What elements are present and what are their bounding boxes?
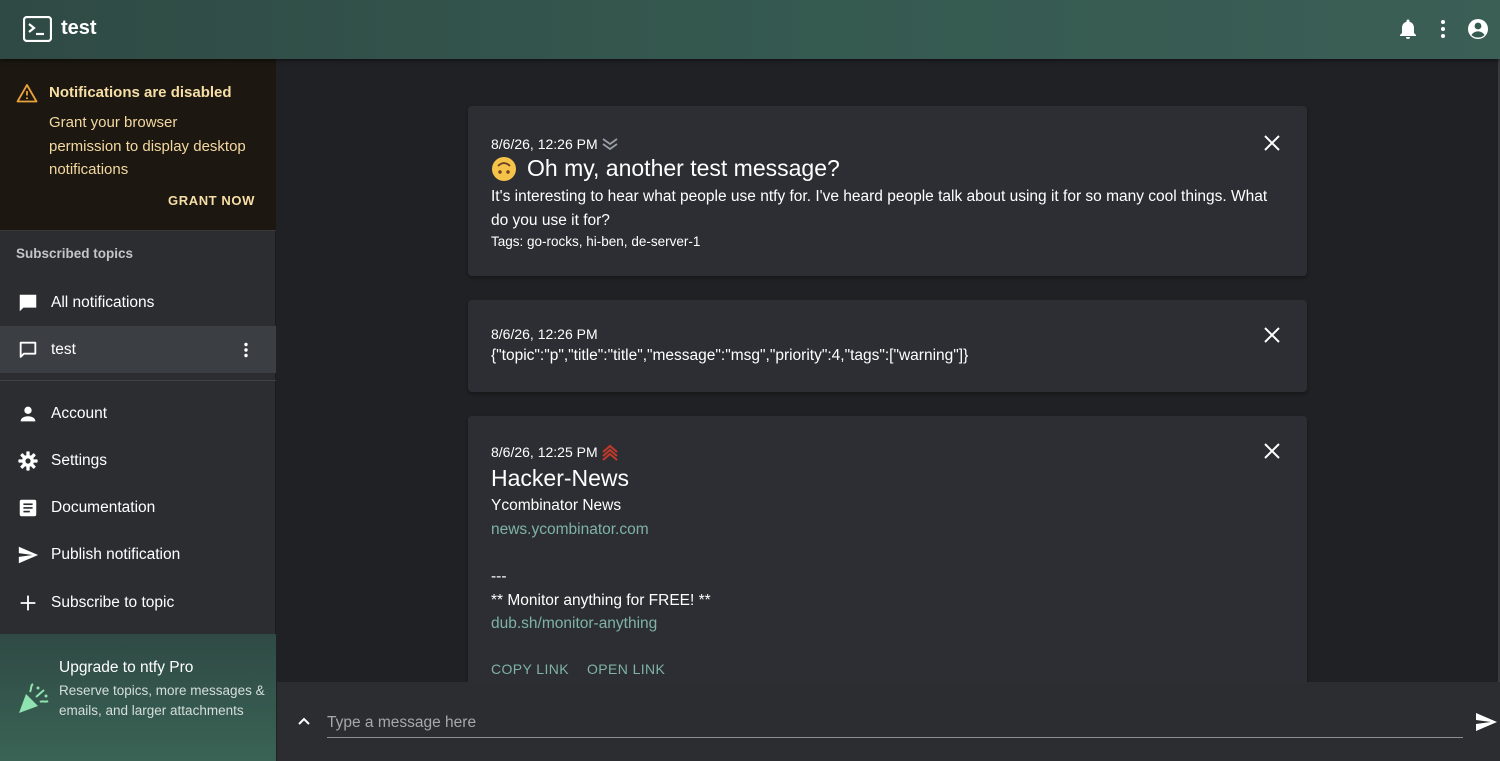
notification-separator: --- <box>491 568 507 585</box>
sidebar-item-publish-notification[interactable]: Publish notification <box>0 531 276 578</box>
account-circle-icon[interactable] <box>1466 17 1490 41</box>
open-link-button[interactable]: OPEN LINK <box>587 661 665 677</box>
upgrade-title: Upgrade to ntfy Pro <box>59 659 194 676</box>
send-icon <box>18 546 39 563</box>
notification-body-line: Ycombinator News <box>491 497 622 514</box>
close-icon[interactable] <box>1262 441 1282 461</box>
subscribed-topics-label: Subscribed topics <box>16 246 134 261</box>
notification-card: 8/6/26, 12:26 PM {"topic":"p","title":"t… <box>468 300 1307 392</box>
plus-icon <box>20 595 36 610</box>
article-icon <box>19 499 37 516</box>
sidebar-item-account[interactable]: Account <box>0 390 276 437</box>
notification-date: 8/6/26, 12:26 PM <box>491 326 598 342</box>
topic-more-vert-icon[interactable] <box>236 340 256 360</box>
upgrade-banner[interactable]: Upgrade to ntfy Pro Reserve topics, more… <box>0 634 276 761</box>
notification-link[interactable]: news.ycombinator.com <box>491 518 1281 542</box>
person-icon <box>20 406 36 421</box>
sidebar-item-label: Subscribe to topic <box>51 593 175 611</box>
more-vert-icon[interactable] <box>1431 17 1455 41</box>
sidebar-item-label: All notifications <box>51 293 155 311</box>
sidebar-item-label: test <box>51 340 76 358</box>
low-priority-chevrons-icon <box>602 138 618 151</box>
message-input[interactable] <box>327 708 1463 738</box>
notification-link[interactable]: dub.sh/monitor-anything <box>491 612 1281 636</box>
app-bar: test <box>0 0 1500 59</box>
message-list: 8/6/26, 12:26 PM Oh my, another test mes… <box>277 59 1500 682</box>
close-icon[interactable] <box>1262 325 1282 345</box>
grant-now-button[interactable]: GRANT NOW <box>168 193 255 208</box>
notification-card: 8/6/26, 12:25 PM Hacker-News Ycombinator… <box>468 416 1307 682</box>
notification-card: 8/6/26, 12:26 PM Oh my, another test mes… <box>468 106 1307 276</box>
high-priority-chevrons-icon <box>601 444 618 461</box>
notification-title: Oh my, another test message? <box>491 155 840 182</box>
chevron-up-icon[interactable] <box>295 712 313 730</box>
notifications-disabled-alert: Notifications are disabled Grant your br… <box>0 59 276 231</box>
sidebar-item-test[interactable]: test <box>0 326 276 373</box>
sidebar-item-subscribe-to-topic[interactable]: Subscribe to topic <box>0 579 276 626</box>
gear-icon <box>18 450 38 471</box>
terminal-logo-icon <box>23 16 52 42</box>
sidebar-item-all-notifications[interactable]: All notifications <box>0 279 276 326</box>
app-title: test <box>61 17 97 39</box>
copy-link-button[interactable]: COPY LINK <box>491 661 569 677</box>
sidebar-divider <box>0 380 276 381</box>
chat-outline-icon <box>19 341 37 358</box>
upgrade-description: Reserve topics, more messages & emails, … <box>59 683 265 718</box>
notification-body: {"topic":"p","title":"title","message":"… <box>491 347 969 364</box>
send-icon[interactable] <box>1474 710 1498 734</box>
sidebar-item-settings[interactable]: Settings <box>0 437 276 484</box>
notification-date: 8/6/26, 12:25 PM <box>491 443 619 461</box>
sidebar-item-label: Documentation <box>51 498 156 516</box>
sidebar: Notifications are disabled Grant your br… <box>0 59 276 761</box>
close-icon[interactable] <box>1262 133 1282 153</box>
warning-icon <box>16 84 38 103</box>
sidebar-item-label: Publish notification <box>51 545 181 563</box>
alert-body: Grant your browser permission to display… <box>49 114 246 178</box>
notification-body-line: ** Monitor anything for FREE! ** <box>491 592 711 609</box>
message-composer <box>277 682 1500 761</box>
sidebar-item-documentation[interactable]: Documentation <box>0 484 276 531</box>
notification-date: 8/6/26, 12:26 PM <box>491 135 619 153</box>
notification-tags: Tags: go-rocks, hi-ben, de-server-1 <box>491 234 701 249</box>
alert-title: Notifications are disabled <box>49 84 232 101</box>
sidebar-item-label: Settings <box>51 451 108 469</box>
notification-title: Hacker-News <box>491 465 630 491</box>
notification-body: It's interesting to hear what people use… <box>491 188 1268 229</box>
upside-down-face-icon <box>492 156 516 181</box>
chat-filled-icon <box>19 294 37 311</box>
bell-icon[interactable] <box>1396 17 1420 41</box>
celebration-icon <box>19 683 49 713</box>
sidebar-item-label: Account <box>51 404 108 422</box>
